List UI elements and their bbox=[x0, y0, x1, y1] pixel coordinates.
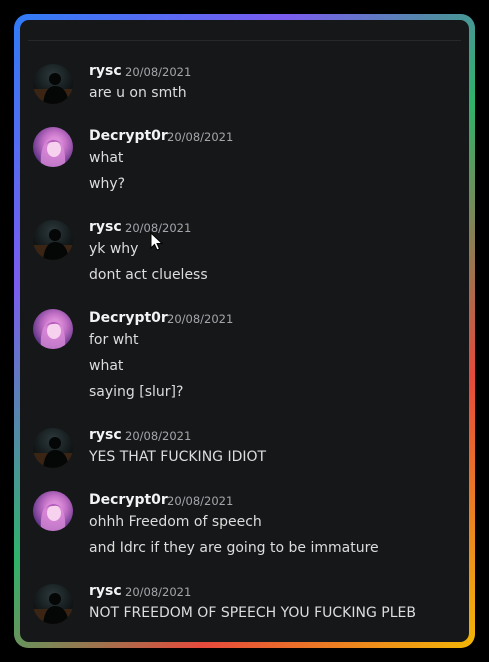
message-timestamp: 20/08/2021 bbox=[167, 312, 234, 326]
message-text: what bbox=[89, 150, 124, 166]
message-timestamp: 20/08/2021 bbox=[167, 130, 234, 144]
message-text: NOT FREEDOM OF SPEECH YOU FUCKING PLEB bbox=[89, 605, 416, 621]
author-name[interactable]: rysc bbox=[89, 582, 122, 600]
avatar[interactable] bbox=[33, 491, 73, 531]
silhouette-icon bbox=[33, 437, 73, 468]
message-timestamp: 20/08/2021 bbox=[125, 65, 192, 79]
avatar[interactable] bbox=[33, 584, 73, 624]
message-text: and Idrc if they are going to be immatur… bbox=[89, 540, 379, 556]
author-name[interactable]: Decrypt0r bbox=[89, 491, 168, 509]
message-text: YES THAT FUCKING IDIOT bbox=[89, 449, 267, 465]
mouse-cursor-icon bbox=[150, 232, 164, 251]
message-timestamp: 20/08/2021 bbox=[167, 494, 234, 508]
author-name[interactable]: Decrypt0r bbox=[89, 309, 168, 327]
avatar[interactable] bbox=[33, 309, 73, 349]
message-text: ohhh Freedom of speech bbox=[89, 514, 262, 530]
message-text: dont act clueless bbox=[89, 267, 208, 283]
message-text: yk why bbox=[89, 241, 139, 257]
author-name[interactable]: rysc bbox=[89, 426, 122, 444]
top-divider bbox=[28, 40, 461, 41]
chat-log: rysc 20/08/2021 are u on smth Decrypt0r … bbox=[20, 20, 469, 642]
anime-character-icon bbox=[40, 319, 66, 349]
avatar[interactable] bbox=[33, 127, 73, 167]
message-text: why? bbox=[89, 176, 126, 192]
silhouette-icon bbox=[33, 73, 73, 104]
silhouette-icon bbox=[33, 229, 73, 260]
message-text: for wht bbox=[89, 332, 139, 348]
message-text: what bbox=[89, 358, 124, 374]
message-timestamp: 20/08/2021 bbox=[125, 429, 192, 443]
silhouette-icon bbox=[33, 593, 73, 624]
avatar[interactable] bbox=[33, 220, 73, 260]
author-name[interactable]: rysc bbox=[89, 218, 122, 236]
anime-character-icon bbox=[40, 501, 66, 531]
message-timestamp: 20/08/2021 bbox=[125, 585, 192, 599]
author-name[interactable]: rysc bbox=[89, 62, 122, 80]
avatar[interactable] bbox=[33, 64, 73, 104]
message-text: saying [slur]? bbox=[89, 384, 184, 400]
author-name[interactable]: Decrypt0r bbox=[89, 127, 168, 145]
anime-character-icon bbox=[40, 137, 66, 167]
message-text: are u on smth bbox=[89, 85, 187, 101]
avatar[interactable] bbox=[33, 428, 73, 468]
